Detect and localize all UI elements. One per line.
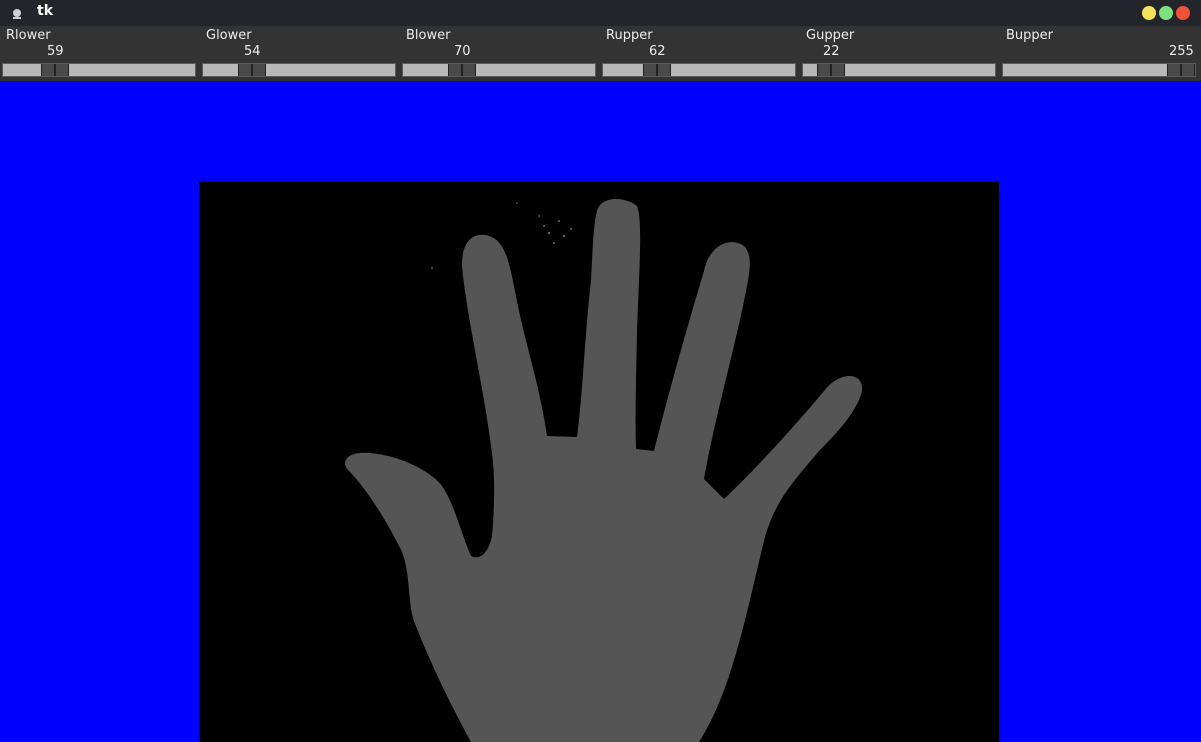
scale-label: Glower xyxy=(206,28,252,43)
close-button[interactable] xyxy=(1176,6,1190,20)
title-bar: tk xyxy=(0,0,1201,26)
scale-value: 62 xyxy=(649,44,666,59)
mask-image xyxy=(199,181,999,742)
scale-trough[interactable] xyxy=(802,63,996,77)
window-title: tk xyxy=(37,3,54,19)
scale-label: Gupper xyxy=(806,28,855,43)
display-canvas xyxy=(0,81,1201,742)
scale-label: Rupper xyxy=(606,28,653,43)
slider-panel: Rlower 59 Glower 54 Blower 70 Rupper 62 … xyxy=(0,26,1201,81)
maximize-button[interactable] xyxy=(1159,6,1173,20)
scale-value: 59 xyxy=(47,44,64,59)
scale-value: 22 xyxy=(823,44,840,59)
hand-mask-image xyxy=(345,199,863,742)
minimize-button[interactable] xyxy=(1142,6,1156,20)
scale-rupper: Rupper 62 xyxy=(600,26,800,81)
scale-value: 255 xyxy=(1169,44,1194,59)
scale-value: 70 xyxy=(454,44,471,59)
slider-handle[interactable] xyxy=(41,64,69,76)
slider-handle[interactable] xyxy=(448,64,476,76)
scale-label: Blower xyxy=(406,28,451,43)
slider-handle[interactable] xyxy=(238,64,266,76)
scale-bupper: Bupper 255 xyxy=(1000,26,1200,81)
scale-value: 54 xyxy=(244,44,261,59)
scale-trough[interactable] xyxy=(602,63,796,77)
scale-trough[interactable] xyxy=(202,63,396,77)
scale-label: Rlower xyxy=(6,28,51,43)
scale-blower: Blower 70 xyxy=(400,26,600,81)
slider-handle[interactable] xyxy=(1167,64,1195,76)
hand-shape xyxy=(345,199,863,742)
slider-handle[interactable] xyxy=(817,64,845,76)
scale-trough[interactable] xyxy=(402,63,596,77)
scale-gupper: Gupper 22 xyxy=(800,26,1000,81)
scale-trough[interactable] xyxy=(2,63,196,77)
app-icon[interactable] xyxy=(9,6,25,20)
scale-glower: Glower 54 xyxy=(200,26,400,81)
scale-rlower: Rlower 59 xyxy=(0,26,200,81)
scale-trough[interactable] xyxy=(1002,63,1196,77)
slider-handle[interactable] xyxy=(643,64,671,76)
scale-label: Bupper xyxy=(1006,28,1054,43)
